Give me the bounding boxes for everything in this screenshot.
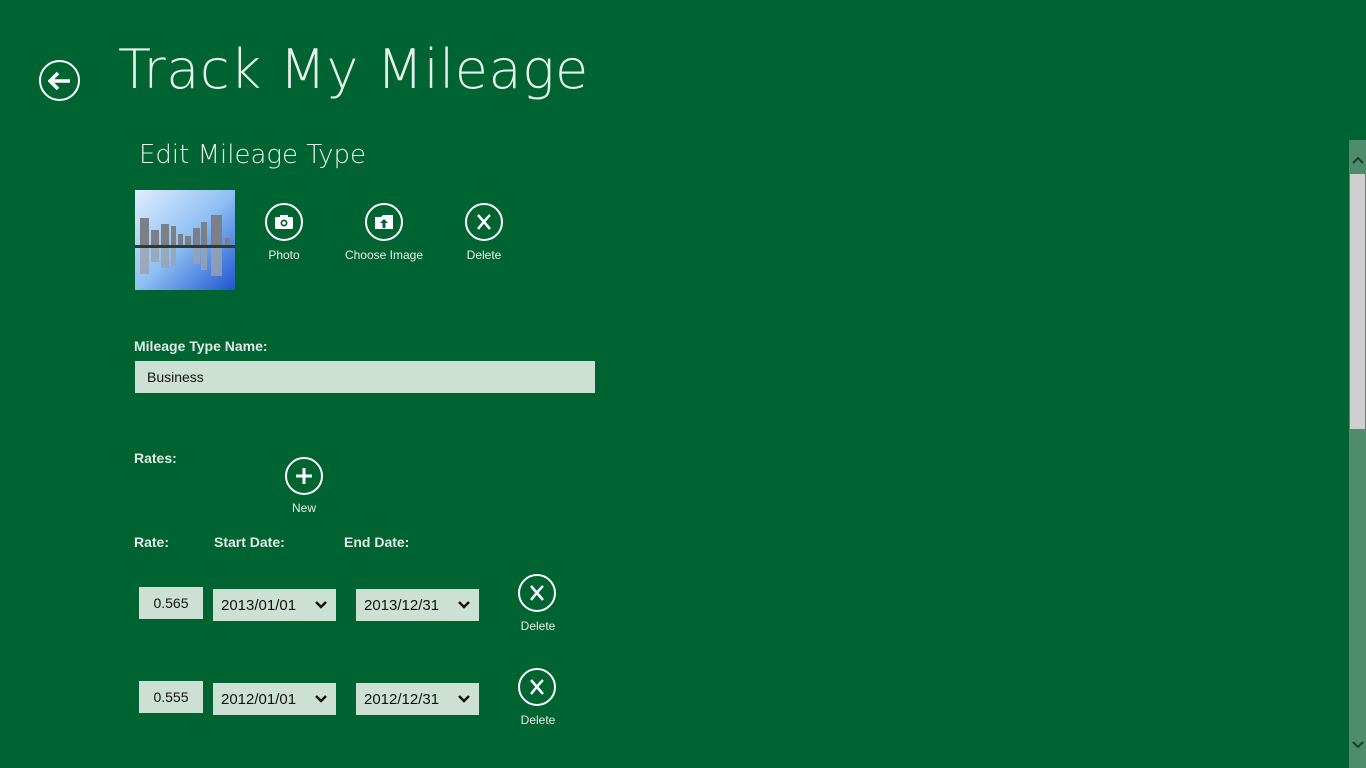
page-title: Edit Mileage Type <box>139 140 367 170</box>
chevron-down-icon <box>1351 741 1364 749</box>
start-date-value: 2012/01/01 <box>221 690 297 708</box>
photo-button[interactable] <box>265 203 303 241</box>
rate-column-header: Rate: <box>134 534 170 550</box>
choose-image-label: Choose Image <box>344 248 424 262</box>
delete-image-label: Delete <box>466 248 502 262</box>
rate-value: 0.555 <box>153 689 189 705</box>
app-title: Track My Mileage <box>118 38 589 101</box>
start-date-dropdown[interactable]: 2012/01/01 <box>213 683 336 715</box>
plus-icon <box>296 468 312 484</box>
start-date-column-header: Start Date: <box>214 534 285 550</box>
delete-image-button[interactable] <box>465 203 503 241</box>
chevron-down-icon <box>458 695 470 703</box>
end-date-column-header: End Date: <box>344 534 410 550</box>
close-icon <box>530 585 544 601</box>
mileage-type-name-label: Mileage Type Name: <box>134 338 268 354</box>
close-icon <box>477 214 491 230</box>
new-rate-label: New <box>291 501 316 515</box>
chevron-down-icon <box>315 695 327 703</box>
rate-value: 0.565 <box>153 595 189 611</box>
end-date-dropdown[interactable]: 2012/12/31 <box>356 683 479 715</box>
new-rate-button[interactable] <box>285 457 323 495</box>
city-skyline-image <box>135 190 235 290</box>
rates-label: Rates: <box>134 450 177 466</box>
mileage-type-thumbnail <box>135 190 235 290</box>
back-arrow-icon <box>47 71 70 90</box>
photo-label: Photo <box>268 248 300 262</box>
scroll-up-button[interactable] <box>1349 150 1366 170</box>
delete-rate-label: Delete <box>520 619 556 633</box>
start-date-value: 2013/01/01 <box>221 596 297 614</box>
start-date-dropdown[interactable]: 2013/01/01 <box>213 589 336 621</box>
end-date-value: 2012/12/31 <box>364 690 440 708</box>
rate-input[interactable]: 0.555 <box>139 681 203 713</box>
delete-rate-button[interactable] <box>518 668 556 706</box>
delete-rate-label: Delete <box>520 713 556 727</box>
camera-icon <box>275 215 293 229</box>
end-date-dropdown[interactable]: 2013/12/31 <box>356 589 479 621</box>
rate-input[interactable]: 0.565 <box>139 587 203 619</box>
mileage-type-name-input[interactable]: Business <box>135 361 595 393</box>
mileage-type-name-value: Business <box>147 369 204 385</box>
chevron-down-icon <box>315 601 327 609</box>
chevron-down-icon <box>458 601 470 609</box>
chevron-up-icon <box>1351 156 1364 164</box>
close-icon <box>530 679 544 695</box>
back-button[interactable] <box>39 60 80 101</box>
end-date-value: 2013/12/31 <box>364 596 440 614</box>
delete-rate-button[interactable] <box>518 574 556 612</box>
folder-upload-icon <box>375 215 393 229</box>
scroll-down-button[interactable] <box>1349 735 1366 755</box>
scrollbar-thumb[interactable] <box>1350 174 1365 429</box>
choose-image-button[interactable] <box>365 203 403 241</box>
